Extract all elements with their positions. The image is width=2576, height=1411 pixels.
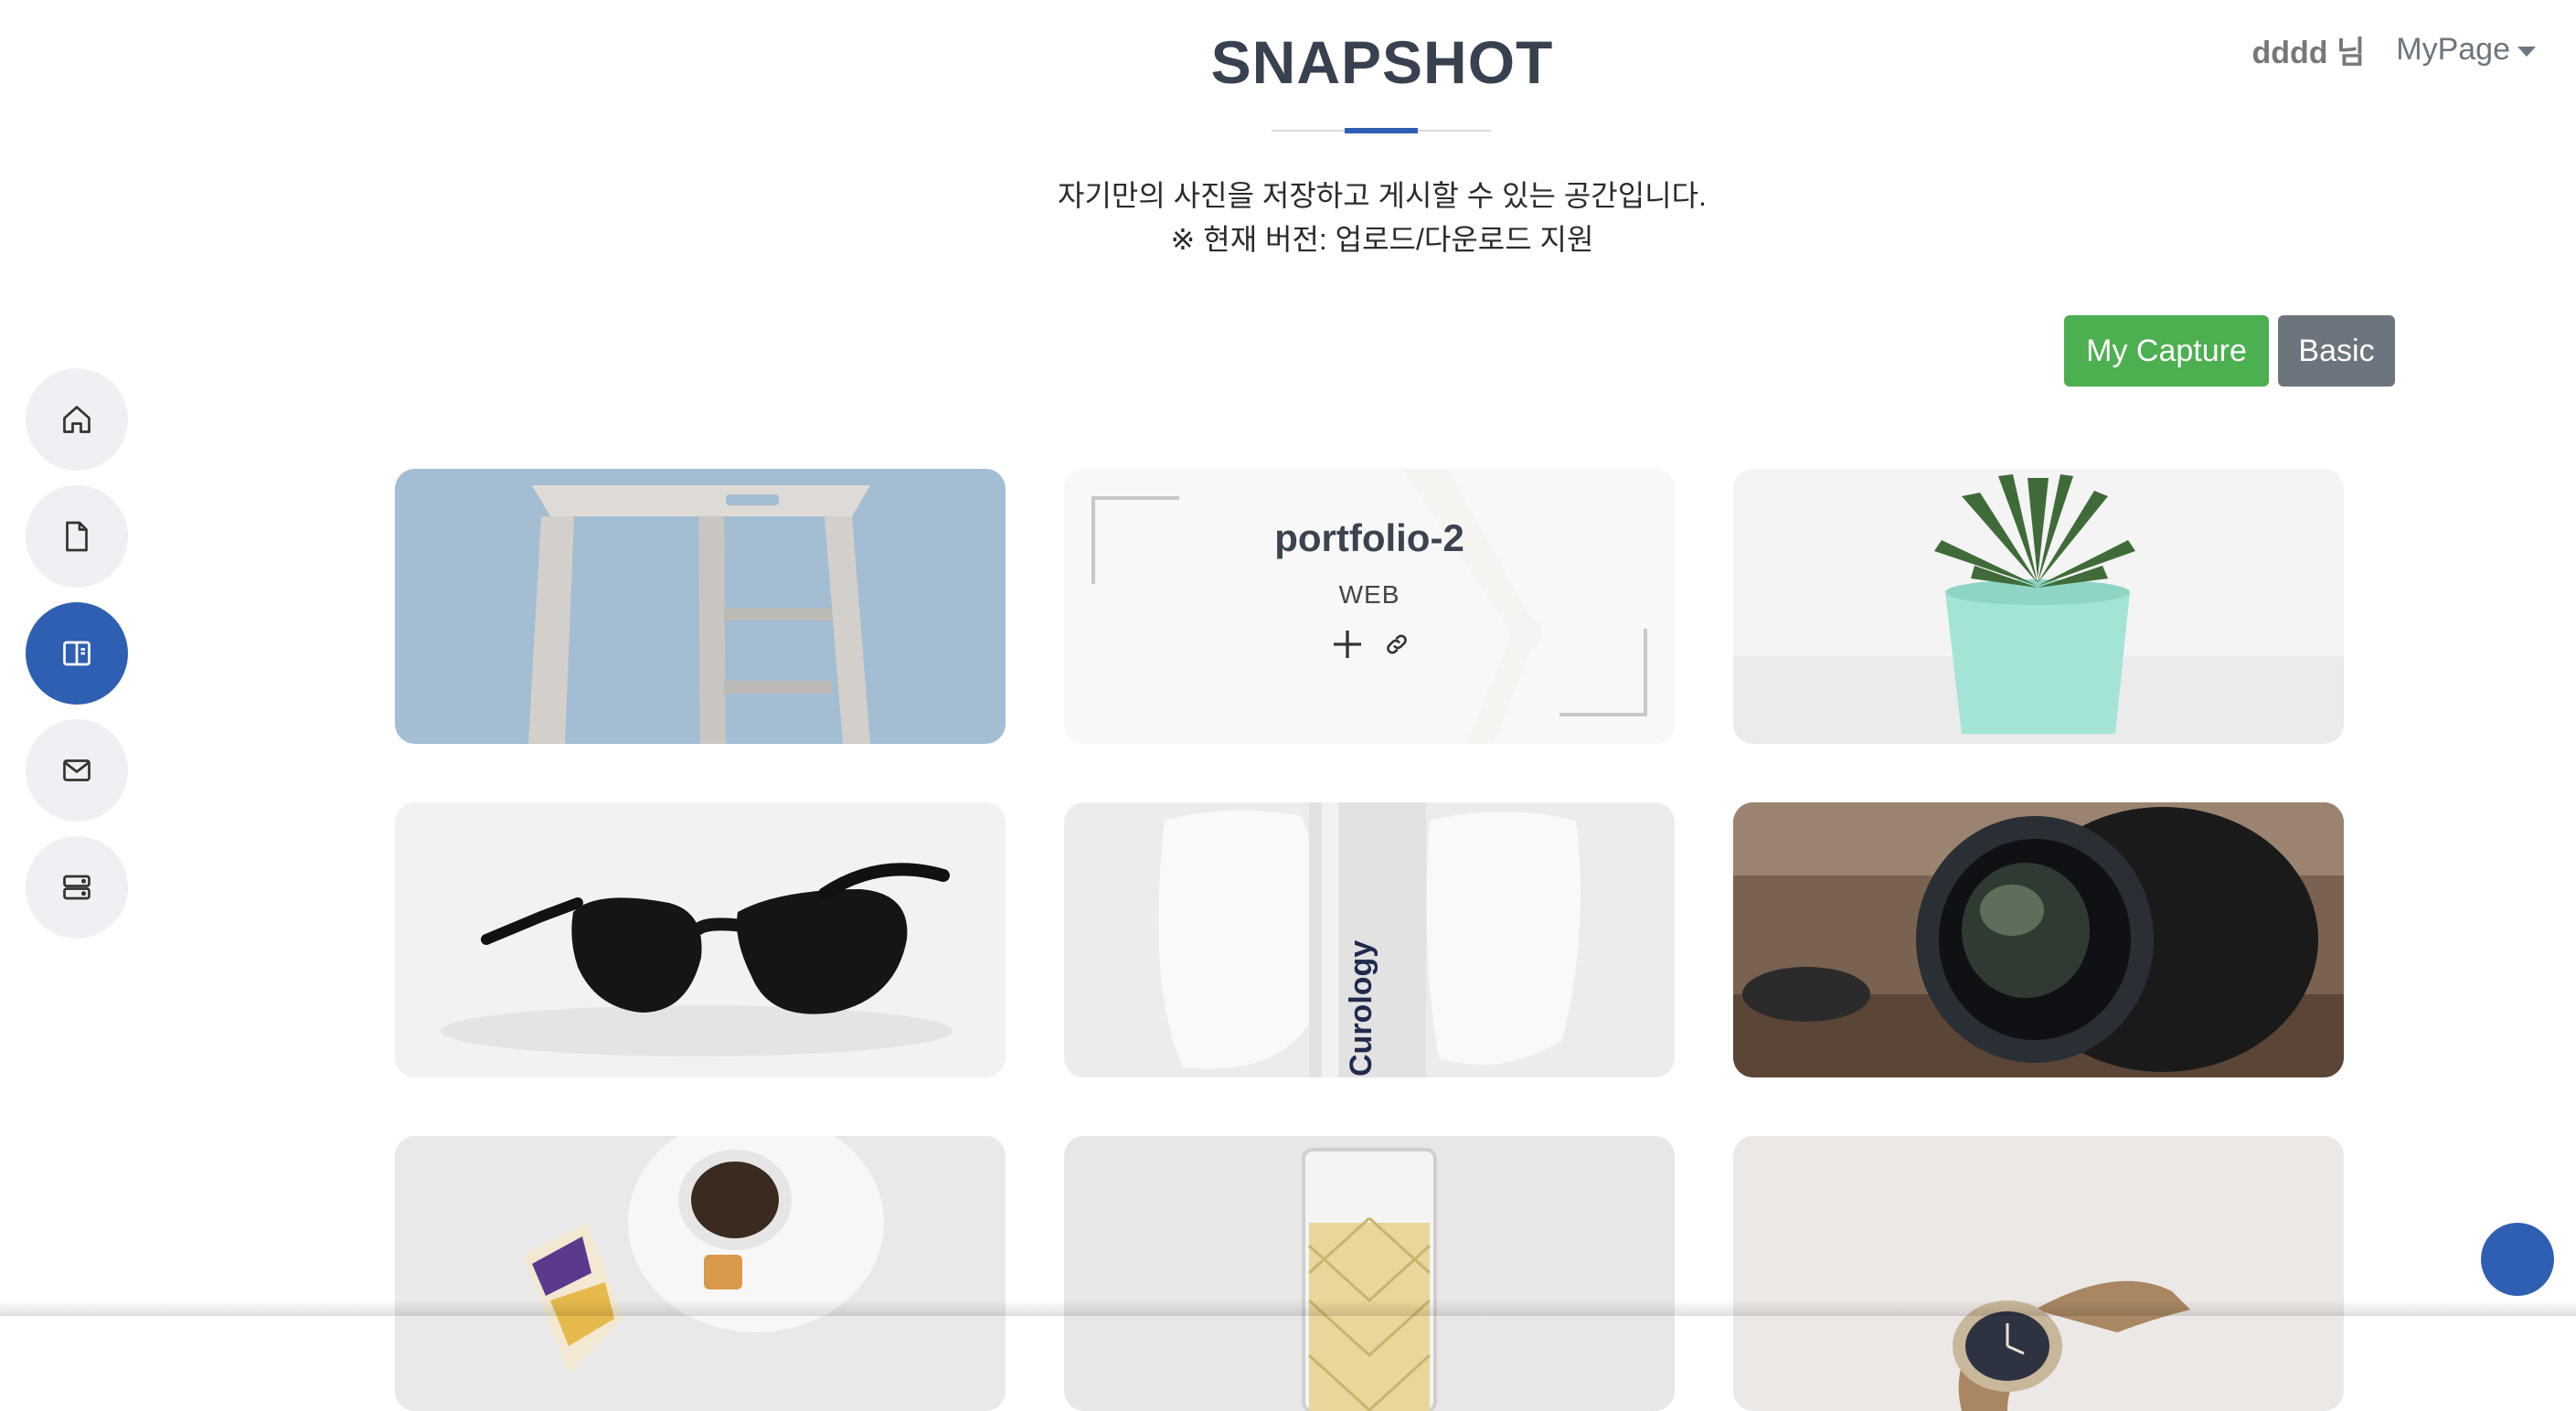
gallery-item-portfolio-2[interactable]: portfolio-2 WEB — [1064, 469, 1675, 744]
gallery-item-sunglasses[interactable] — [395, 802, 1006, 1077]
view-toggle: My Capture Basic — [2064, 315, 2395, 387]
glass-image — [1064, 1136, 1675, 1411]
home-icon — [63, 406, 90, 433]
plant-image — [1733, 469, 2344, 744]
gallery-item-stool[interactable] — [395, 469, 1006, 744]
plus-icon[interactable] — [1329, 626, 1366, 663]
title-divider-accent — [1345, 128, 1418, 133]
description-line-1: 자기만의 사진을 저장하고 게시할 수 있는 공간입니다. — [1058, 179, 1707, 212]
gallery-item-watch[interactable] — [1733, 1136, 2344, 1411]
curology-label: Curology — [1344, 940, 1378, 1077]
mypage-dropdown[interactable]: MyPage — [2396, 32, 2536, 68]
stool-image — [395, 469, 1006, 744]
page-description: 자기만의 사진을 저장하고 게시할 수 있는 공간입니다. ※ 현재 버전: 업… — [0, 174, 2576, 261]
nav-gallery[interactable] — [26, 602, 128, 705]
camera-lens-image — [1733, 802, 2344, 1077]
my-capture-button[interactable]: My Capture — [2064, 315, 2269, 387]
user-suffix: 님 — [2336, 36, 2366, 70]
gallery-icon — [63, 641, 90, 666]
nav-document[interactable] — [26, 485, 128, 588]
scroll-top-button[interactable] — [2481, 1223, 2554, 1296]
caret-down-icon — [2517, 47, 2536, 57]
gallery-item-cosmetic[interactable]: Curology — [1064, 802, 1675, 1077]
gallery-item-glass[interactable] — [1064, 1136, 1675, 1411]
basic-button[interactable]: Basic — [2278, 315, 2395, 387]
user-area: dddd 님 MyPage — [2251, 27, 2536, 72]
nav-home[interactable] — [26, 368, 128, 471]
gallery-item-tea[interactable] — [395, 1136, 1006, 1411]
nav-server[interactable] — [26, 836, 128, 939]
portfolio-category: WEB — [1338, 580, 1400, 609]
gallery-item-plant[interactable] — [1733, 469, 2344, 744]
link-icon[interactable] — [1384, 631, 1410, 657]
side-nav — [26, 368, 128, 939]
nav-mail[interactable] — [26, 719, 128, 822]
cosmetic-image: Curology — [1064, 802, 1675, 1077]
description-line-2: ※ 현재 버전: 업로드/다운로드 지원 — [1170, 223, 1594, 256]
user-name: dddd — [2251, 36, 2328, 70]
page-title: SNAPSHOT — [1210, 28, 1554, 96]
mail-icon — [63, 759, 90, 781]
server-icon — [63, 875, 90, 900]
mypage-label: MyPage — [2396, 32, 2510, 67]
portfolio-actions — [1064, 626, 1675, 663]
watch-image — [1733, 1136, 2344, 1411]
portfolio-title: portfolio-2 — [1274, 516, 1464, 559]
document-icon — [66, 521, 88, 552]
tea-image — [395, 1136, 1006, 1411]
gallery-item-camera-lens[interactable] — [1733, 802, 2344, 1077]
user-greeting: dddd 님 — [2251, 27, 2365, 72]
bottom-shadow — [0, 1300, 2576, 1316]
sunglasses-image — [395, 802, 1006, 1077]
